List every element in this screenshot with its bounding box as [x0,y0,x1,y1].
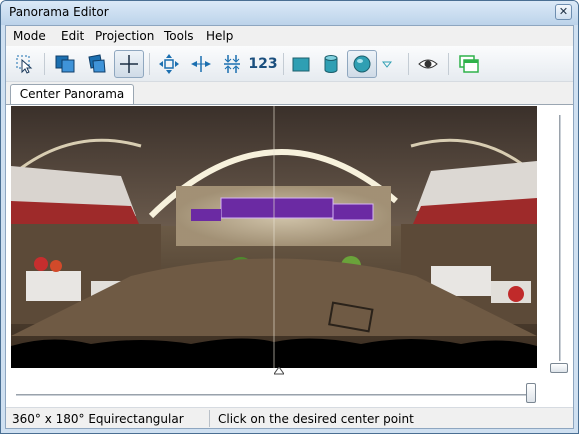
menu-mode[interactable]: Mode [13,29,46,43]
close-button[interactable]: ✕ [555,4,572,20]
cylindrical-icon [324,55,338,73]
preview-eye-icon [418,59,438,69]
center-point-button[interactable] [114,50,144,78]
horizontal-slider-thumb[interactable] [526,383,536,403]
panorama-editor-window: Panorama Editor ✕ Mode Edit Projection T… [0,0,579,434]
menu-help[interactable]: Help [206,29,233,43]
projection-status: 360° x 180° Equirectangular [12,412,184,426]
status-bar: 360° x 180° Equirectangular Click on the… [6,407,573,428]
menu-bar: Mode Edit Projection Tools Help [6,26,573,46]
toolbar-separator [448,53,449,75]
select-icon [16,55,33,74]
center-point-icon [120,55,138,73]
dropdown-arrow-icon [382,61,392,68]
fit-both-icon [159,54,179,74]
fit-horizontal-icon [191,56,211,72]
center-marker-icon [274,367,284,375]
select-tool-button[interactable] [10,50,40,78]
move-images-button[interactable] [50,50,80,78]
rectilinear-projection-button[interactable] [286,50,316,78]
status-message: Click on the desired center point [218,412,414,426]
panorama-preview-image[interactable] [11,106,537,368]
menu-tools[interactable]: Tools [164,29,194,43]
vertical-slider-thumb[interactable] [550,363,568,373]
menu-projection[interactable]: Projection [95,29,154,43]
status-separator [209,410,210,427]
client-area: Mode Edit Projection Tools Help 123 Cent… [5,25,574,429]
equirectangular-icon [353,55,371,73]
numbers-button[interactable]: 123 [247,50,279,78]
preview-button[interactable] [413,50,443,78]
toolbar: 123 [6,46,573,82]
fit-vertical-button[interactable] [217,50,247,78]
toolbar-separator [408,53,409,75]
rotate-images-button[interactable] [82,50,112,78]
horizontal-slider-track[interactable] [16,394,531,396]
tab-center-panorama[interactable]: Center Panorama [10,84,134,105]
rotate-images-icon [88,54,106,73]
fit-horizontal-button[interactable] [186,50,216,78]
title-bar[interactable]: Panorama Editor ✕ [1,1,578,25]
move-images-icon [55,55,75,73]
projection-dropdown-button[interactable] [378,50,396,78]
layers-button[interactable] [454,50,484,78]
layers-icon [459,55,479,73]
toolbar-separator [44,53,45,75]
fit-vertical-icon [224,55,240,73]
rectilinear-icon [292,57,310,72]
fit-both-button[interactable] [154,50,184,78]
menu-edit[interactable]: Edit [61,29,84,43]
toolbar-separator [283,53,284,75]
cylindrical-projection-button[interactable] [316,50,346,78]
vertical-slider-track[interactable] [559,115,561,361]
toolbar-separator [149,53,150,75]
equirectangular-projection-button[interactable] [347,50,377,78]
tab-strip: Center Panorama [6,82,573,105]
panorama-view [6,105,573,407]
numbers-icon: 123 [248,56,278,72]
window-title: Panorama Editor [9,5,109,19]
